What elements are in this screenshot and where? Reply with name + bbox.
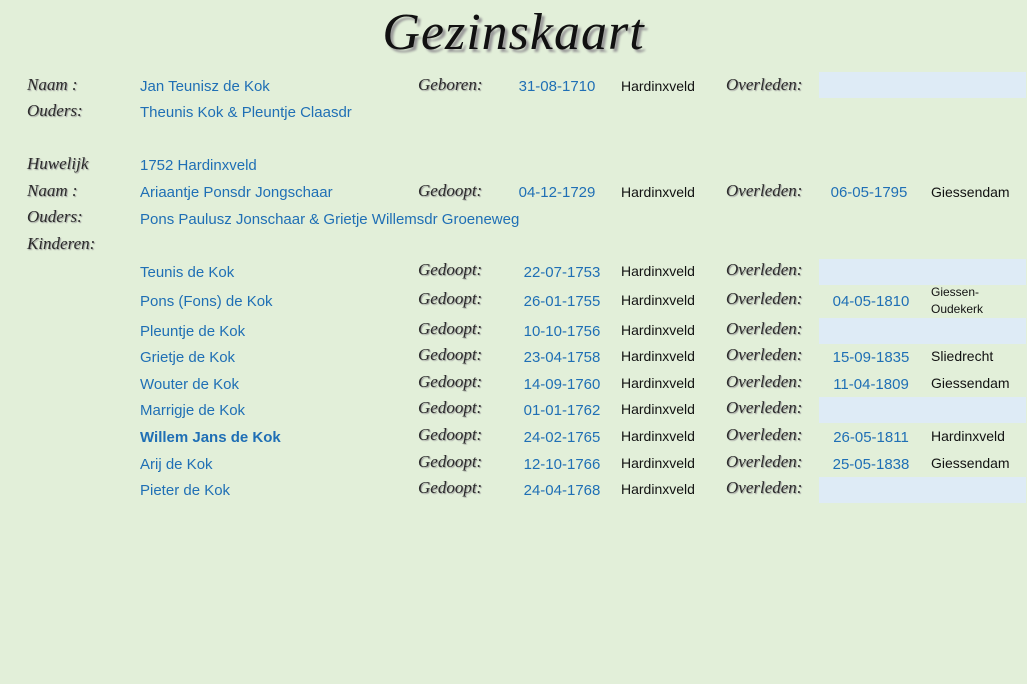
child-baptism-place: Hardinxveld xyxy=(621,348,695,364)
child-baptism-date: 01-01-1762 xyxy=(523,402,601,419)
child-death-place: Giessendam xyxy=(931,375,1010,391)
child-baptized-label: Gedoopt: xyxy=(418,260,483,279)
child-name: Grietje de Kok xyxy=(140,349,236,366)
child-baptism-date: 22-07-1753 xyxy=(523,264,601,281)
wife-parents: Pons Paulusz Jonschaar & Grietje Willems… xyxy=(140,211,520,228)
husband-name-label: Naam : xyxy=(27,75,78,94)
child-baptized-label: Gedoopt: xyxy=(418,289,483,308)
child-baptism-date: 23-04-1758 xyxy=(523,349,601,366)
child-death-place: Giessen- Oudekerk xyxy=(931,285,984,316)
child-death-cell xyxy=(819,318,1026,344)
child-death-cell xyxy=(819,477,1026,503)
child-name: Teunis de Kok xyxy=(140,264,235,281)
husband-birth-date: 31-08-1710 xyxy=(518,78,596,95)
wife-name-label: Naam : xyxy=(27,181,78,200)
child-baptism-place: Hardinxveld xyxy=(621,401,695,417)
child-baptized-label: Gedoopt: xyxy=(418,319,483,338)
child-death-cell xyxy=(819,259,1026,285)
child-name: Arij de Kok xyxy=(140,456,213,473)
child-name: Pieter de Kok xyxy=(140,482,231,499)
child-baptism-place: Hardinxveld xyxy=(621,263,695,279)
child-death-date: 25-05-1838 xyxy=(832,456,910,473)
husband-parents: Theunis Kok & Pleuntje Claasdr xyxy=(140,104,352,121)
wife-death-date: 06-05-1795 xyxy=(830,184,908,201)
child-death-place: Hardinxveld xyxy=(931,428,1005,444)
child-died-label: Overleden: xyxy=(726,398,803,417)
child-baptism-date: 26-01-1755 xyxy=(523,293,601,310)
child-name: Willem Jans de Kok xyxy=(140,429,281,446)
child-baptism-place: Hardinxveld xyxy=(621,481,695,497)
child-baptized-label: Gedoopt: xyxy=(418,425,483,444)
marriage-info: 1752 Hardinxveld xyxy=(140,157,257,174)
husband-name: Jan Teunisz de Kok xyxy=(140,78,270,95)
child-death-place: Sliedrecht xyxy=(931,348,994,364)
child-death-place: Giessendam xyxy=(931,455,1010,471)
child-baptized-label: Gedoopt: xyxy=(418,398,483,417)
child-baptism-date: 24-04-1768 xyxy=(523,482,601,499)
child-died-label: Overleden: xyxy=(726,372,803,391)
child-baptized-label: Gedoopt: xyxy=(418,452,483,471)
child-baptism-date: 24-02-1765 xyxy=(523,429,601,446)
child-died-label: Overleden: xyxy=(726,452,803,471)
husband-birth-place: Hardinxveld xyxy=(621,78,695,94)
child-died-label: Overleden: xyxy=(726,478,803,497)
child-died-label: Overleden: xyxy=(726,425,803,444)
child-baptism-date: 12-10-1766 xyxy=(523,456,601,473)
marriage-label: Huwelijk xyxy=(27,154,89,173)
child-baptism-date: 14-09-1760 xyxy=(523,376,601,393)
husband-died-label: Overleden: xyxy=(726,75,803,94)
husband-death-cell xyxy=(819,72,1026,98)
wife-died-label: Overleden: xyxy=(726,181,803,200)
child-died-label: Overleden: xyxy=(726,260,803,279)
page-title: Gezinskaart xyxy=(382,4,645,61)
child-baptized-label: Gedoopt: xyxy=(418,345,483,364)
child-name: Marrigje de Kok xyxy=(140,402,246,419)
child-death-date: 04-05-1810 xyxy=(832,293,910,310)
wife-baptized-label: Gedoopt: xyxy=(418,181,483,200)
child-baptized-label: Gedoopt: xyxy=(418,478,483,497)
husband-parents-label: Ouders: xyxy=(27,101,83,120)
child-baptism-place: Hardinxveld xyxy=(621,428,695,444)
child-baptism-place: Hardinxveld xyxy=(621,375,695,391)
wife-baptism-date: 04-12-1729 xyxy=(518,184,596,201)
child-died-label: Overleden: xyxy=(726,319,803,338)
children-label: Kinderen: xyxy=(27,234,96,253)
child-death-date: 15-09-1835 xyxy=(832,349,910,366)
wife-name: Ariaantje Ponsdr Jongschaar xyxy=(140,184,333,201)
child-baptism-date: 10-10-1756 xyxy=(523,323,601,340)
wife-baptism-place: Hardinxveld xyxy=(621,184,695,200)
child-baptism-place: Hardinxveld xyxy=(621,322,695,338)
child-death-date: 26-05-1811 xyxy=(833,429,909,446)
child-died-label: Overleden: xyxy=(726,345,803,364)
child-death-date: 11-04-1809 xyxy=(833,376,909,393)
husband-born-label: Geboren: xyxy=(418,75,483,94)
child-name: Pleuntje de Kok xyxy=(140,323,246,340)
child-baptized-label: Gedoopt: xyxy=(418,372,483,391)
child-name: Pons (Fons) de Kok xyxy=(140,293,273,310)
child-died-label: Overleden: xyxy=(726,289,803,308)
child-baptism-place: Hardinxveld xyxy=(621,292,695,308)
child-baptism-place: Hardinxveld xyxy=(621,455,695,471)
child-death-cell xyxy=(819,397,1026,423)
child-name: Wouter de Kok xyxy=(140,376,239,393)
wife-death-place: Giessendam xyxy=(931,184,1010,200)
wife-parents-label: Ouders: xyxy=(27,207,83,226)
